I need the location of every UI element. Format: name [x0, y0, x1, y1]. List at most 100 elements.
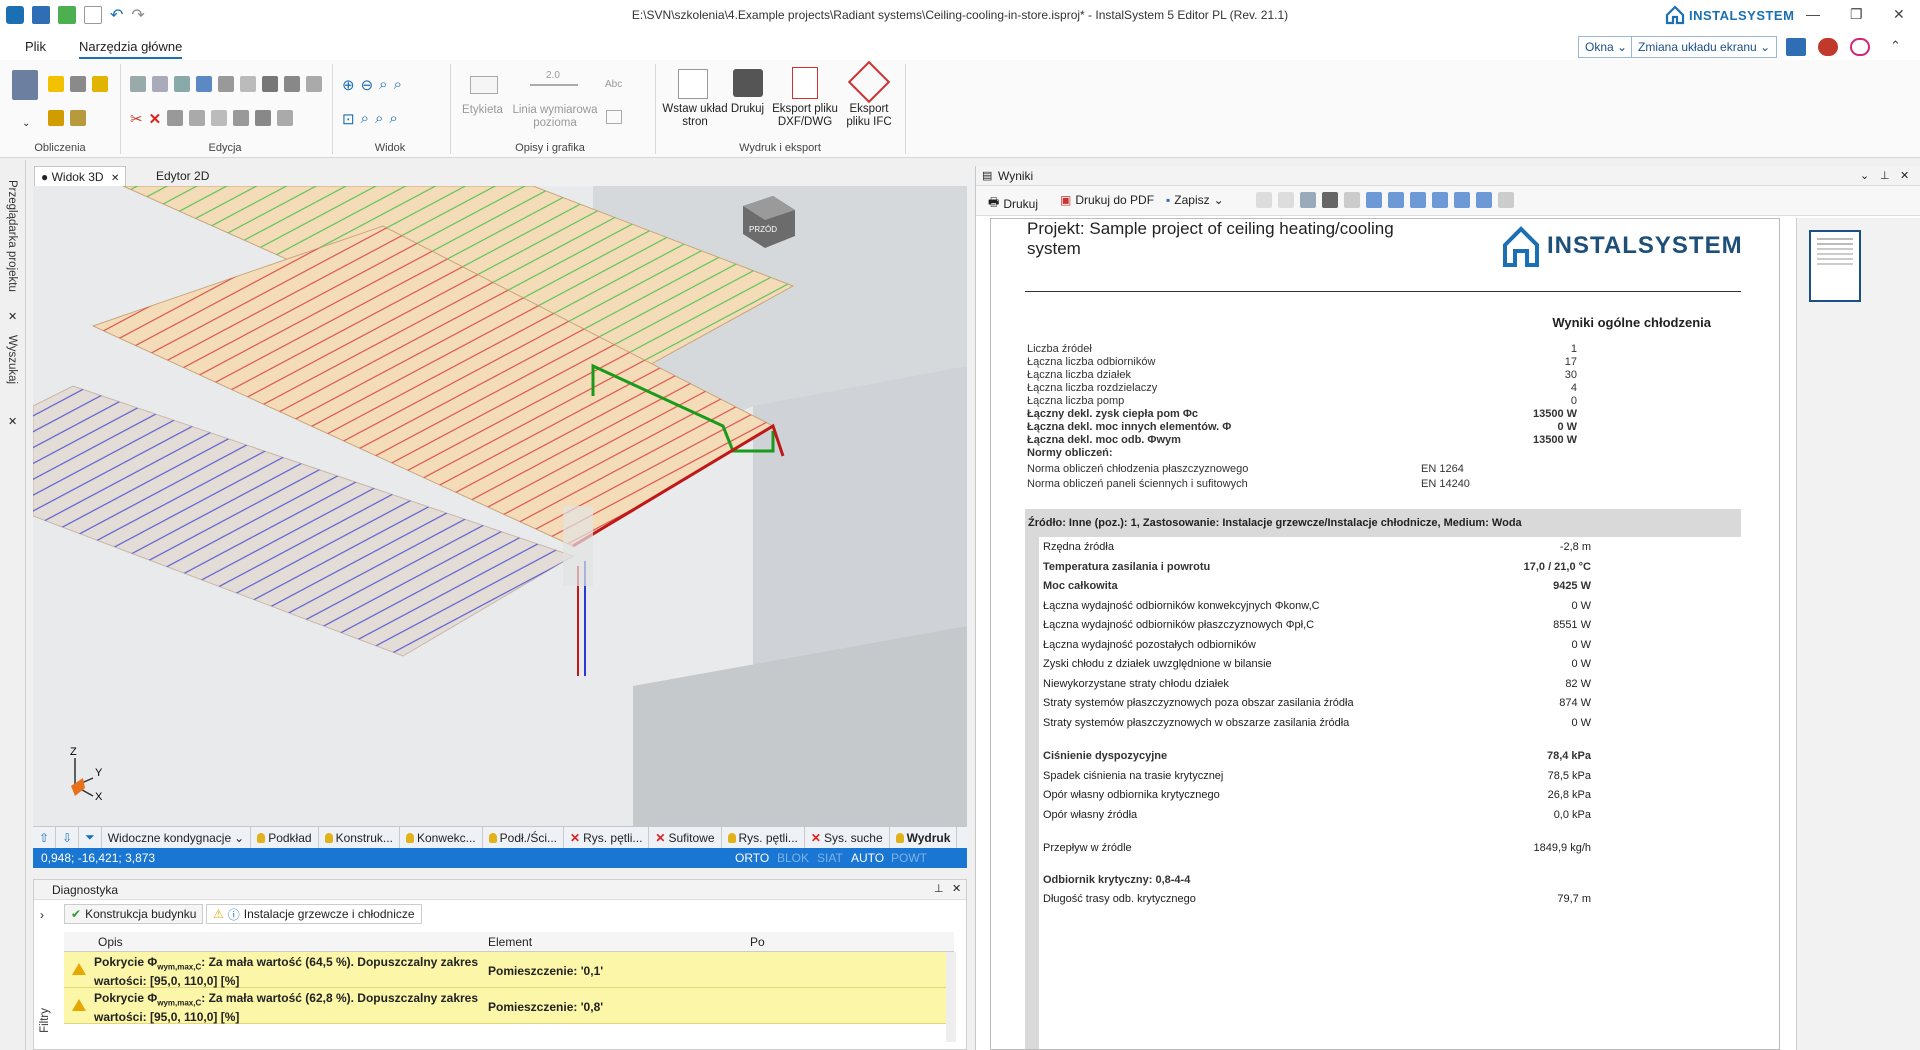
search-tab[interactable]: Wyszukaj [6, 335, 18, 384]
measure-icon[interactable] [189, 110, 206, 126]
copy-icon[interactable] [1256, 192, 1272, 208]
scrollbar[interactable] [946, 952, 956, 1042]
printer-icon[interactable] [733, 69, 763, 97]
table-row[interactable]: Pokrycie Φwym,max,C: Za mała wartość (64… [64, 952, 954, 988]
table-icon[interactable] [606, 110, 622, 124]
print-label[interactable]: Drukuj [725, 103, 770, 116]
tab-2d-editor[interactable]: Edytor 2D [150, 166, 215, 186]
dxf-export-label[interactable]: Eksport pliku DXF/DWG [770, 103, 840, 129]
align-icon[interactable] [284, 76, 300, 92]
layer-item[interactable]: ✕ Sufitowe [649, 826, 722, 849]
mode-auto[interactable]: AUTO [851, 851, 884, 865]
mode-siat[interactable]: SIAT [817, 851, 843, 865]
zoom-in-icon[interactable]: ⊕ [342, 76, 355, 94]
find-icon[interactable] [1322, 192, 1338, 208]
monitor-icon[interactable] [1786, 38, 1806, 56]
pan-icon[interactable]: ⌕ [389, 110, 397, 128]
layer-item[interactable]: Konstruk... [319, 826, 400, 849]
paste-icon[interactable] [1278, 192, 1294, 208]
join-icon[interactable] [167, 110, 184, 126]
layer-icon[interactable] [233, 110, 250, 126]
insert-page-layout-label[interactable]: Wstaw układ stron [660, 103, 730, 129]
split-icon[interactable] [262, 76, 278, 92]
rotate-icon[interactable] [196, 76, 212, 92]
calc-room-icon[interactable] [48, 76, 64, 95]
zoom-page-icon[interactable] [1432, 192, 1448, 208]
column-element[interactable]: Element [488, 935, 532, 949]
mode-blok[interactable]: BLOK [777, 851, 809, 865]
layer-item[interactable]: Wydruk [890, 826, 958, 849]
layout-dropdown[interactable]: Zmiana układu ekranu ⌄ [1631, 36, 1778, 58]
chevron-down-icon[interactable]: ⌄ [1860, 169, 1869, 182]
ifc-export-label[interactable]: Eksport pliku IFC [840, 103, 898, 129]
layer-item[interactable]: ✕ Rys. pętli... [564, 826, 650, 849]
calc-report-icon[interactable] [70, 110, 86, 129]
filter-icon[interactable]: ⏷ [79, 826, 102, 849]
tab-heating-cooling[interactable]: ⚠ ⓘ Instalacje grzewcze i chłodnicze [206, 904, 422, 924]
layer-item[interactable]: Podł./Ści... [483, 826, 564, 849]
paste-icon[interactable] [152, 76, 168, 92]
calc-pipe-icon[interactable] [48, 110, 64, 129]
label-tool-label[interactable]: Etykieta [455, 104, 510, 117]
fit-width-icon[interactable] [1454, 192, 1470, 208]
visible-storeys-dropdown[interactable]: Widoczne kondygnacje ⌄ [102, 826, 252, 849]
zoom-prev-icon[interactable]: ⌕ [361, 110, 369, 128]
grid-icon[interactable] [211, 110, 228, 126]
properties-icon[interactable] [255, 110, 272, 126]
table-row[interactable]: Pokrycie Φwym,max,C: Za mała wartość (62… [64, 988, 954, 1024]
tab-building-construction[interactable]: ✔ Konstrukcja budynku [64, 904, 204, 924]
column-opis[interactable]: Opis [98, 935, 123, 949]
expand-icon[interactable]: › [40, 908, 44, 922]
delete-icon[interactable]: ✕ [149, 110, 162, 128]
okna-dropdown[interactable]: Okna ⌄ [1578, 36, 1635, 58]
collapse-ribbon-icon[interactable]: ⌃ [1890, 38, 1901, 54]
dimension-line-label[interactable]: Linia wymiarowa pozioma [505, 104, 605, 130]
duplicate-icon[interactable] [218, 76, 234, 92]
layer-item[interactable]: Rys. pętli... [722, 826, 805, 849]
mode-orto[interactable]: ORTO [735, 851, 769, 865]
pin-icon[interactable]: ⊥ [934, 882, 944, 895]
ribbon-style-icon[interactable] [1818, 38, 1838, 56]
two-page-icon[interactable] [1388, 192, 1404, 208]
layer-item[interactable]: ✕ Sys. suche [805, 826, 890, 849]
zoom-extents-icon[interactable]: ⊡ [342, 110, 355, 128]
zoom-all-icon[interactable]: ⌕ [394, 76, 402, 94]
layer-item[interactable]: Podkład [251, 826, 319, 849]
close-icon[interactable]: ✕ [8, 415, 17, 428]
zoom-next-icon[interactable]: ⌕ [375, 110, 383, 128]
close-icon[interactable]: ✕ [1900, 169, 1909, 182]
tab-narzedzia-glowne[interactable]: Narzędzia główne [79, 39, 183, 59]
calc-building-icon[interactable] [70, 76, 86, 95]
page-layout-icon[interactable] [678, 69, 708, 99]
zoom-out-icon[interactable]: ⊖ [361, 76, 374, 94]
mirror-icon[interactable] [240, 76, 256, 92]
close-button[interactable]: ✕ [1893, 6, 1905, 23]
dxf-export-icon[interactable] [792, 67, 818, 99]
page-thumbnail[interactable] [1809, 230, 1861, 302]
single-page-icon[interactable] [1366, 192, 1382, 208]
arrow-down-icon[interactable]: ⇩ [56, 826, 80, 849]
close-icon[interactable]: ✕ [111, 173, 119, 184]
arrow-up-icon[interactable]: ⇧ [33, 826, 57, 849]
filters-tab[interactable]: Filtry [39, 1008, 51, 1033]
calc-hydraulic-icon[interactable] [92, 76, 108, 95]
maximize-button[interactable]: ❐ [1850, 6, 1863, 23]
thumbnails-icon[interactable] [1476, 192, 1492, 208]
settings-icon[interactable] [1498, 192, 1514, 208]
print-pdf-button[interactable]: ▣ Drukuj do PDF [1060, 193, 1154, 207]
column-po[interactable]: Po [750, 935, 765, 949]
calculator-icon[interactable] [12, 70, 38, 100]
select-icon[interactable] [277, 110, 294, 126]
layer-item[interactable]: Konwekc... [400, 826, 483, 849]
tab-3d-view[interactable]: ● Widok 3D ✕ [34, 166, 127, 186]
page-view-icon[interactable] [1300, 192, 1316, 208]
close-icon[interactable]: ✕ [952, 882, 961, 895]
help-icon[interactable] [1850, 38, 1870, 56]
multi-page-icon[interactable] [1410, 192, 1426, 208]
text-style-button[interactable]: Abc [605, 79, 622, 90]
cut-icon[interactable]: ✂ [130, 110, 143, 128]
3d-viewport[interactable]: PRZÓD Z Y X [33, 186, 967, 826]
save-button[interactable]: ▪ Zapisz ⌄ [1166, 193, 1224, 207]
label-tool-icon[interactable] [470, 76, 498, 94]
clipboard-icon[interactable] [174, 76, 190, 92]
